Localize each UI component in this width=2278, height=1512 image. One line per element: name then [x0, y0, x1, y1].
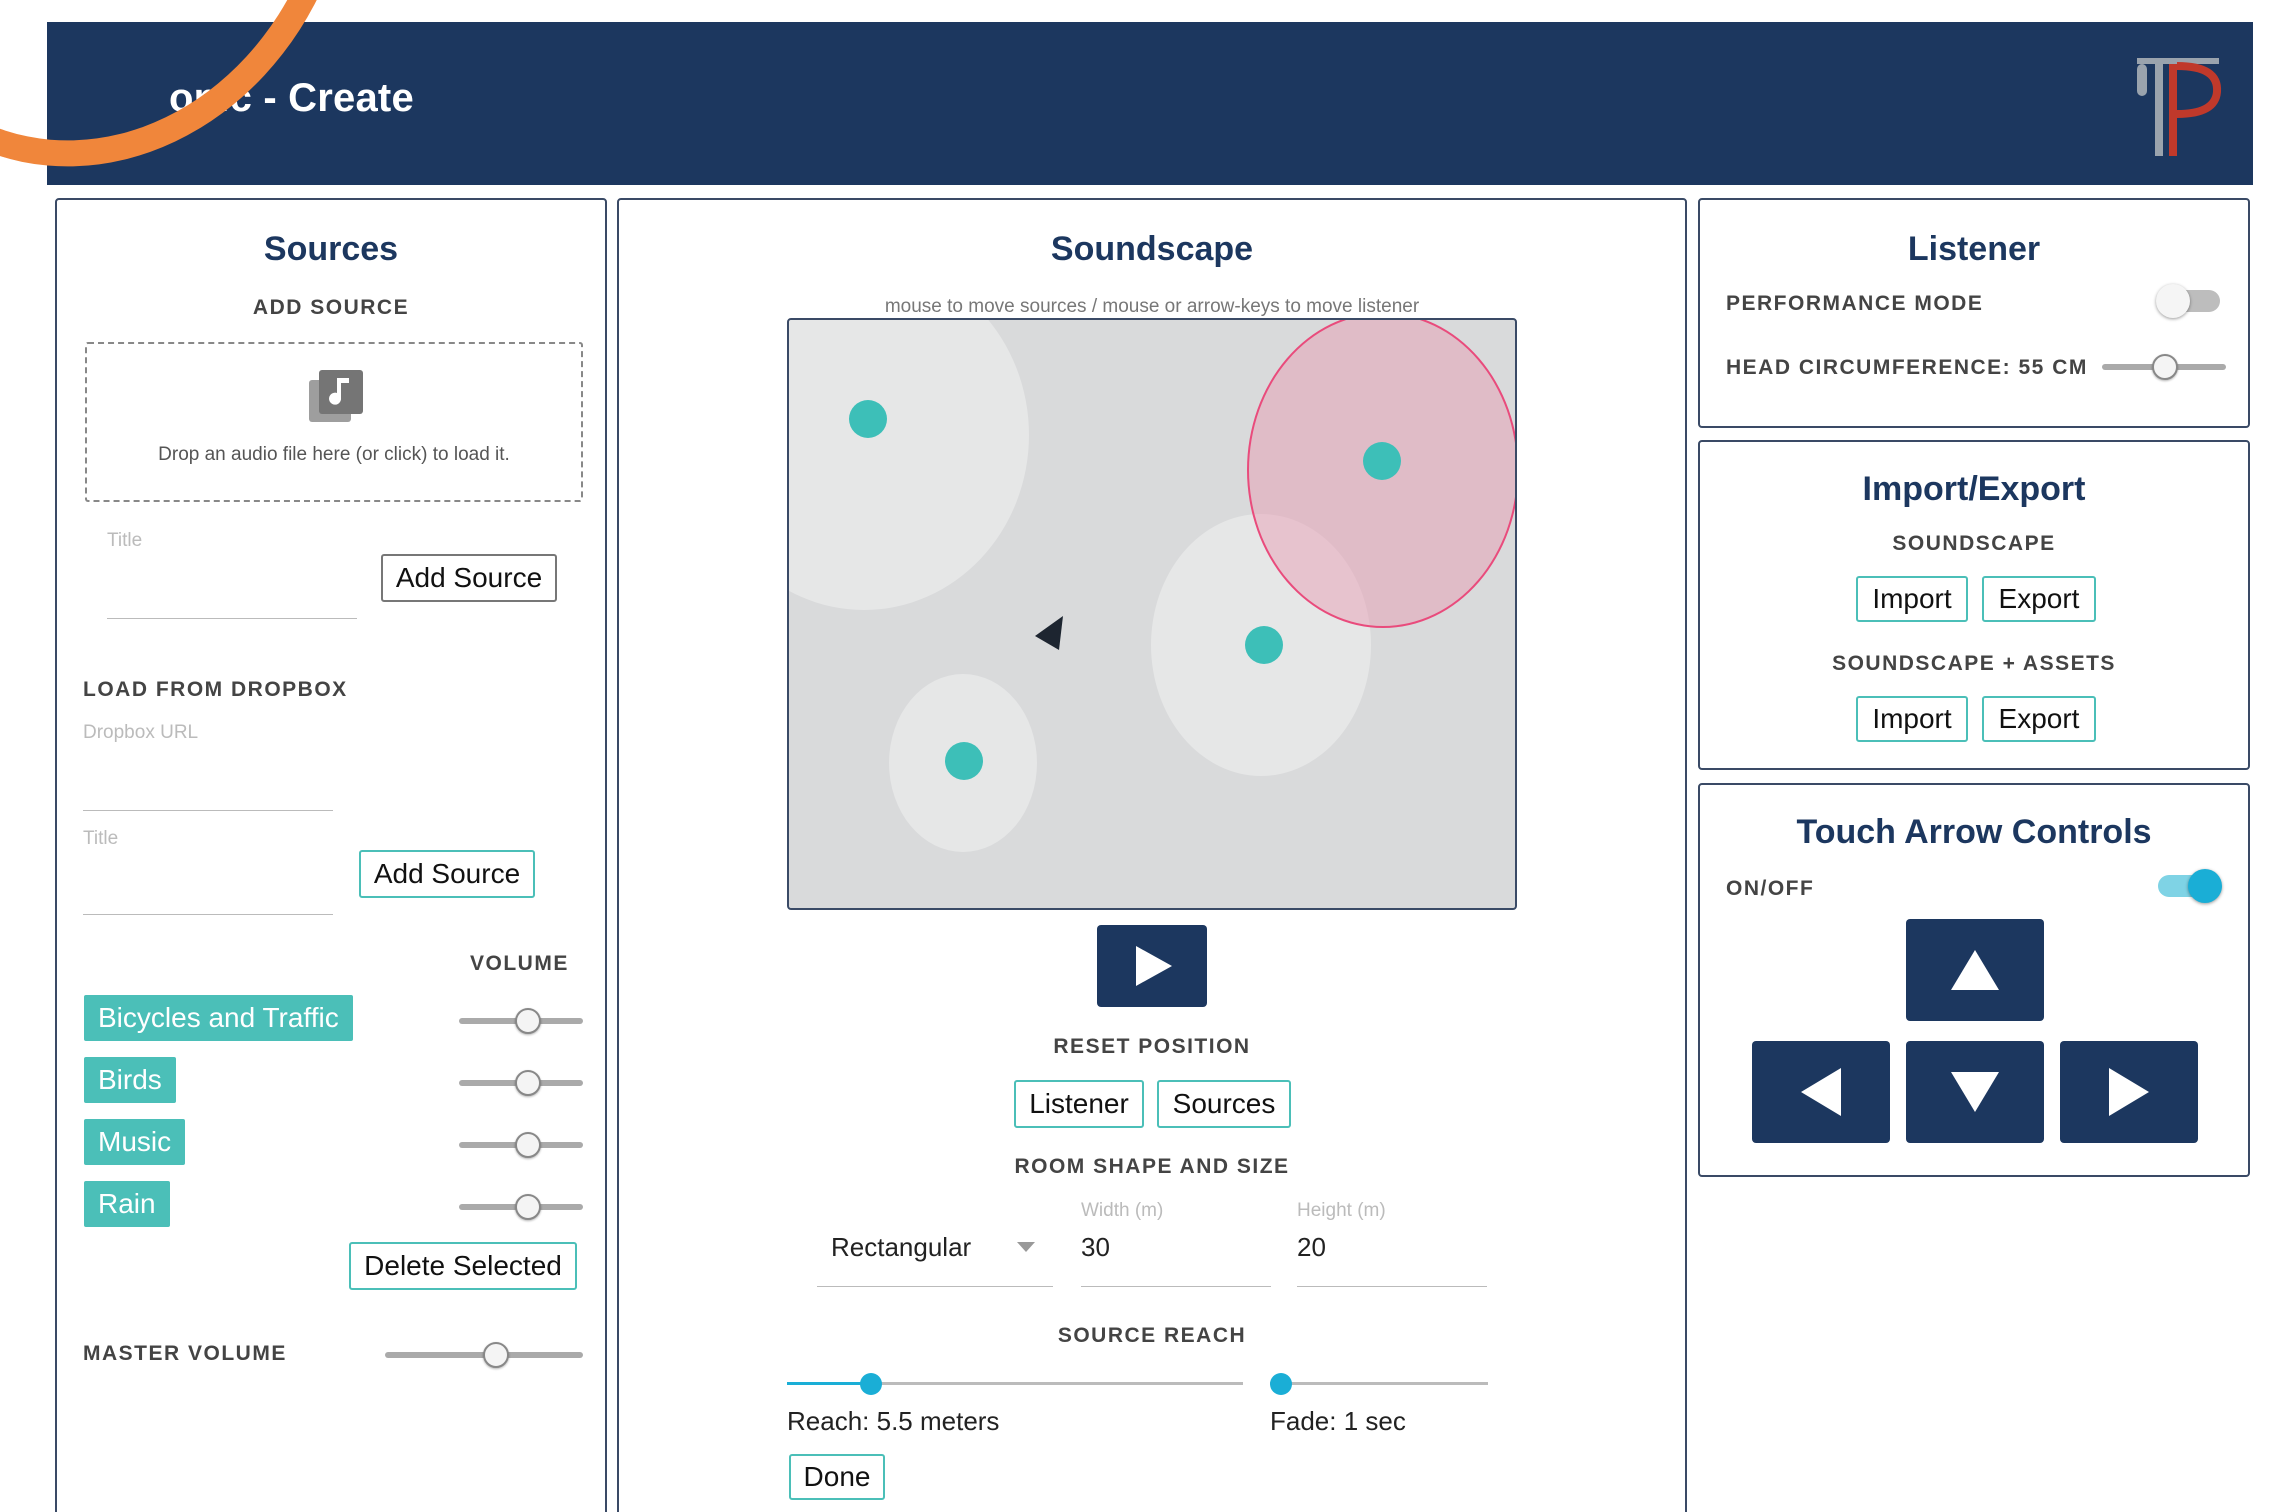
import-soundscape-button[interactable]: Import [1856, 576, 1968, 622]
source-volume-slider[interactable] [459, 1008, 583, 1034]
export-assets-button[interactable]: Export [1982, 696, 2096, 742]
add-dropbox-source-button[interactable]: Add Source [359, 850, 535, 898]
height-input[interactable]: 20 [1297, 1232, 1326, 1263]
play-icon [1136, 946, 1172, 986]
slider-knob[interactable] [515, 1070, 541, 1096]
source-item[interactable]: Rain [84, 1181, 170, 1227]
source-volume-slider[interactable] [459, 1132, 583, 1158]
dropbox-heading: LOAD FROM DROPBOX [83, 678, 348, 701]
source-volume-slider[interactable] [459, 1070, 583, 1096]
width-input[interactable]: 30 [1081, 1232, 1110, 1263]
music-library-icon [309, 370, 363, 422]
sources-title: Sources [263, 230, 399, 268]
title2-input[interactable] [83, 914, 333, 915]
slider-knob[interactable] [2152, 354, 2178, 380]
slider-knob[interactable] [515, 1194, 541, 1220]
title-placeholder: Title [107, 530, 143, 551]
onoff-label: ON/OFF [1726, 877, 1815, 900]
room-shape-value: Rectangular [831, 1232, 972, 1262]
chevron-down-icon [1017, 1242, 1035, 1252]
title2-placeholder: Title [83, 828, 119, 849]
import-export-panel: Import/Export SOUNDSCAPE Import Export S… [1698, 440, 2250, 770]
performance-mode-label: PERFORMANCE MODE [1726, 292, 1984, 315]
source-item[interactable]: Birds [84, 1057, 176, 1103]
sound-source[interactable] [849, 400, 887, 438]
soundscape-canvas[interactable] [787, 318, 1517, 910]
reset-listener-button[interactable]: Listener [1014, 1080, 1144, 1128]
height-label: Height (m) [1297, 1200, 1386, 1221]
app-root: onic - Create Sources ADD SOURCE Drop an… [0, 0, 2278, 1512]
slider-knob[interactable] [515, 1132, 541, 1158]
source-reach-area [789, 320, 1029, 610]
arrow-left-button[interactable] [1752, 1041, 1890, 1143]
soundscape-io-heading: SOUNDSCAPE [1892, 532, 2056, 555]
arrow-left-icon [1801, 1068, 1841, 1116]
room-shape-heading: ROOM SHAPE AND SIZE [1014, 1155, 1290, 1178]
head-circumference-label: HEAD CIRCUMFERENCE: 55 CM [1726, 356, 2088, 379]
soundscape-hint: mouse to move sources / mouse or arrow-k… [884, 296, 1420, 317]
sources-panel: Sources ADD SOURCE Drop an audio file he… [55, 198, 607, 1512]
source-item[interactable]: Bicycles and Traffic [84, 995, 353, 1041]
source-reach-heading: SOURCE REACH [1057, 1324, 1247, 1347]
soundscape-assets-heading: SOUNDSCAPE + ASSETS [1832, 652, 2116, 675]
performance-mode-toggle[interactable] [2156, 284, 2220, 318]
reach-text: Reach: 5.5 meters [787, 1406, 1000, 1436]
slider-knob[interactable] [483, 1342, 509, 1368]
toggle-thumb [2156, 284, 2190, 318]
import-export-title: Import/Export [1862, 470, 2086, 508]
master-volume-slider[interactable] [385, 1342, 583, 1368]
source-item[interactable]: Music [84, 1119, 186, 1165]
sound-source[interactable] [1245, 626, 1283, 664]
head-circumference-slider[interactable] [2102, 354, 2226, 380]
listener-title: Listener [1907, 230, 2041, 268]
arrow-up-icon [1951, 950, 1999, 990]
app-header: onic - Create [47, 22, 2253, 185]
dropbox-url-input[interactable] [83, 810, 333, 811]
toggle-thumb [2188, 869, 2222, 903]
listener-panel: Listener PERFORMANCE MODE HEAD CIRCUMFER… [1698, 198, 2250, 428]
fade-text: Fade: 1 sec [1270, 1406, 1406, 1436]
add-source-heading: ADD SOURCE [252, 296, 410, 319]
dropzone-text: Drop an audio file here (or click) to lo… [158, 444, 510, 465]
reach-slider-thumb[interactable] [860, 1373, 882, 1395]
delete-selected-button[interactable]: Delete Selected [349, 1242, 577, 1290]
slider-knob[interactable] [515, 1008, 541, 1034]
arrow-up-button[interactable] [1906, 919, 2044, 1021]
touch-controls-toggle[interactable] [2158, 869, 2222, 903]
fade-slider[interactable] [1270, 1382, 1488, 1385]
arrow-right-button[interactable] [2060, 1041, 2198, 1143]
master-volume-label: MASTER VOLUME [83, 1342, 287, 1365]
play-button[interactable] [1097, 925, 1207, 1007]
done-button[interactable]: Done [789, 1454, 885, 1500]
sound-source[interactable] [1363, 442, 1401, 480]
width-label: Width (m) [1081, 1200, 1164, 1221]
height-underline [1297, 1286, 1487, 1287]
audio-dropzone[interactable]: Drop an audio file here (or click) to lo… [85, 342, 583, 502]
volume-heading: VOLUME [470, 952, 569, 975]
reach-slider-fill [787, 1382, 869, 1385]
brand-logo-icon [2137, 58, 2222, 156]
select-underline [817, 1286, 1053, 1287]
export-soundscape-button[interactable]: Export [1982, 576, 2096, 622]
width-underline [1081, 1286, 1271, 1287]
touch-controls-title: Touch Arrow Controls [1796, 813, 2152, 851]
reset-sources-button[interactable]: Sources [1157, 1080, 1291, 1128]
dropbox-url-placeholder: Dropbox URL [83, 722, 199, 743]
room-shape-select[interactable]: Rectangular [817, 1218, 1053, 1288]
fade-slider-thumb[interactable] [1270, 1373, 1292, 1395]
listener-arrow-icon[interactable] [1033, 614, 1067, 652]
reset-position-heading: RESET POSITION [1053, 1035, 1251, 1058]
import-assets-button[interactable]: Import [1856, 696, 1968, 742]
sound-source[interactable] [945, 742, 983, 780]
title-input[interactable] [107, 618, 357, 619]
soundscape-title: Soundscape [1050, 230, 1254, 268]
touch-controls-panel: Touch Arrow Controls ON/OFF [1698, 783, 2250, 1177]
arrow-right-icon [2109, 1068, 2149, 1116]
arrow-down-button[interactable] [1906, 1041, 2044, 1143]
arrow-down-icon [1951, 1072, 1999, 1112]
add-source-button[interactable]: Add Source [381, 554, 557, 602]
source-volume-slider[interactable] [459, 1194, 583, 1220]
